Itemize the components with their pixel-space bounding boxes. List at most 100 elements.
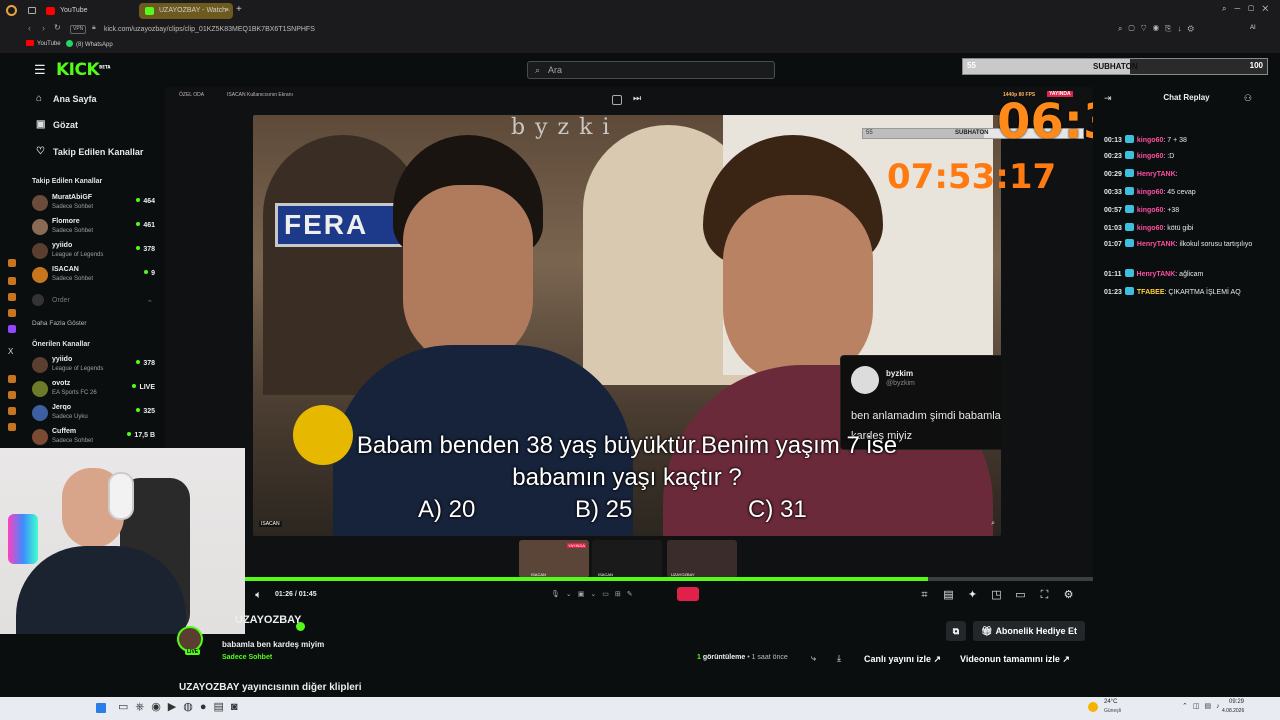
search-input[interactable]: ⌕ Ara (527, 61, 775, 79)
nav-following[interactable]: ♡ Takip Edilen Kanallar (0, 140, 165, 164)
whatsapp-icon (66, 40, 73, 47)
chat-username[interactable]: kingo60 (1137, 225, 1163, 232)
watch-full-video-button[interactable]: Videonun tamamını izle ↗ (952, 649, 1078, 669)
clip-icon[interactable]: ▤ (943, 590, 954, 601)
record-button[interactable] (677, 587, 699, 601)
download-icon[interactable]: ⤓ (837, 653, 841, 664)
history-icon[interactable] (8, 259, 16, 267)
crop-icon[interactable]: ⌗ (919, 590, 930, 601)
taskbar-apps[interactable]: ▭⎈◉▶◍●▤◙ (118, 700, 245, 714)
instagram-icon[interactable] (8, 309, 16, 317)
chat-username[interactable]: HenryTANK (1137, 271, 1176, 278)
recommended-channel[interactable]: yyiido League of Legends 378 (30, 354, 160, 378)
chat-message: 00:33 kingo60: 45 cevap (1104, 187, 1276, 199)
channel-name: Cuffem (52, 428, 77, 435)
sidebar-toggle-icon[interactable] (28, 7, 36, 14)
zoom-icon[interactable]: ⌕ (991, 520, 995, 528)
tab-youtube[interactable]: YouTube (40, 3, 136, 19)
popout-icon[interactable] (612, 95, 622, 105)
offline-channel[interactable]: Order ⌁ (30, 290, 160, 314)
gift-subscription-button[interactable]: 🎁︎ Abonelik Hediye Et (973, 621, 1085, 641)
screen: YouTube UZAYOZBAY - Watch · × + ⌕─▢✕ ‹ ›… (0, 0, 1280, 720)
question-subtitle: Babam benden 38 yaş büyüktür.Benim yaşım… (253, 430, 1001, 526)
followed-channel[interactable]: MuratAbiGF Sadece Sohbet 464 (30, 192, 160, 216)
new-tab-button[interactable]: + (236, 4, 242, 15)
nav-home[interactable]: ⌂ Ana Sayfa (0, 87, 165, 111)
participant-thumb[interactable]: ISACAN (592, 540, 662, 578)
theater-icon[interactable]: ▭ (1015, 590, 1026, 601)
wallet-icon[interactable] (8, 293, 16, 301)
chat-username[interactable]: HenryTANK (1137, 241, 1176, 248)
kick-logo[interactable]: KICKBETA (56, 60, 110, 80)
vpn-badge[interactable]: VPN (70, 25, 87, 34)
settings-icon[interactable] (8, 375, 16, 383)
subathon-goal-bar: 55 SUBHATON 100 (962, 58, 1268, 75)
skip-icon[interactable]: ⏭ (633, 93, 641, 104)
show-more-link[interactable]: Daha Fazla Göster (32, 320, 87, 327)
bookmark-youtube[interactable]: YouTube (26, 40, 61, 47)
back-icon[interactable]: ‹ (28, 23, 31, 33)
player-controls: 🔈︎ 01:26 / 01:45 🎙︎⌄▣⌄▭⊞✎ ⌗ ▤ ✦ ◳ ▭ ⛶ ⚙ (245, 581, 1093, 609)
overlay-current: 55 (866, 130, 873, 136)
recommended-channel[interactable]: Jerqo Sadece Uyku 325 (30, 402, 160, 426)
window-controls: ⌕─▢✕ (1222, 4, 1277, 13)
bookmark-whatsapp[interactable]: (8) WhatsApp (66, 40, 113, 48)
ai-button[interactable]: AI (1250, 25, 1256, 31)
extensions-icon[interactable] (8, 407, 16, 415)
twitch-icon[interactable] (8, 325, 16, 333)
subtitle-line: babamın yaşı kaçtır ? (512, 464, 742, 491)
extensions-icons[interactable]: ⌕▢♡◉⎘↓⚙ (1118, 24, 1200, 34)
clip-menu-button[interactable]: ⧉ (946, 621, 966, 641)
pip-icon[interactable]: ◳ (991, 590, 1002, 601)
volume-icon[interactable]: 🔈︎ (253, 590, 264, 601)
channel-category[interactable]: Sadece Sohbet (222, 654, 272, 661)
share-icon[interactable]: ⤷ (811, 653, 816, 664)
arch-left (263, 135, 423, 395)
avatar (32, 357, 48, 373)
participant-thumb[interactable]: ISACAN YAYINDA (519, 540, 589, 578)
settings-icon[interactable]: ⚙ (1063, 590, 1074, 601)
start-icon[interactable] (96, 703, 106, 713)
chat-username[interactable]: kingo60 (1137, 153, 1163, 160)
home-icon: ⌂ (36, 93, 43, 104)
view-label: görüntüleme (702, 654, 746, 661)
chat-username[interactable]: HenryTANK (1137, 171, 1176, 178)
browser-menu-icon[interactable] (6, 5, 17, 16)
avatar (32, 381, 48, 397)
recommended-channel[interactable]: ovotz EA Sports FC 26 LIVE (30, 378, 160, 402)
total-time: 01:45 (298, 591, 317, 598)
chat-username[interactable]: kingo60 (1137, 207, 1163, 214)
chat-username[interactable]: kingo60 (1137, 137, 1163, 144)
followed-channel[interactable]: ISACAN Sadece Sohbet 9 (30, 264, 160, 288)
channel-category: Sadece Sohbet (52, 276, 94, 282)
sparkle-icon[interactable]: ✦ (967, 590, 978, 601)
watch-live-button[interactable]: Canlı yayını izle ↗ (856, 649, 949, 669)
recommended-channel[interactable]: Cuffem Sadece Sohbet 17,5 B (30, 426, 160, 450)
users-icon[interactable]: ⚇ (1244, 93, 1252, 104)
channel-name[interactable]: UZAYOZBAY (235, 614, 301, 626)
chat-username[interactable]: kingo60 (1137, 189, 1163, 196)
chat-username[interactable]: TFABEE (1137, 289, 1165, 296)
bookmark-icon[interactable] (8, 277, 16, 285)
tab-kick[interactable]: UZAYOZBAY - Watch · × (139, 3, 233, 19)
followed-channel[interactable]: Flomore Sadece Sohbet 461 (30, 216, 160, 240)
gear-icon[interactable] (8, 423, 16, 431)
fullscreen-icon[interactable]: ⛶ (1039, 590, 1050, 601)
followed-channel[interactable]: yyiido League of Legends 378 (30, 240, 160, 264)
reload-icon[interactable]: ↻ (54, 23, 61, 32)
viewer-count: 17,5 B (127, 432, 155, 439)
subscriber-badge-icon (1124, 223, 1134, 231)
hamburger-menu-icon[interactable]: ☰ (34, 63, 46, 76)
nav-browse[interactable]: ▣ Gözat (0, 113, 165, 137)
forward-icon[interactable]: › (42, 23, 45, 33)
x-icon[interactable]: X (8, 347, 13, 356)
close-icon[interactable]: × (225, 3, 229, 19)
avatar (32, 405, 48, 421)
participant-thumb[interactable]: UZAYOZBAY (667, 540, 737, 578)
message-time: 00:23 (1104, 153, 1122, 160)
url-field[interactable]: kick.com/uzayozbay/clips/clip_01KZ5K83ME… (104, 24, 315, 35)
news-icon[interactable] (8, 391, 16, 399)
tray-icons[interactable]: ⌃◫▤♪ (1182, 702, 1225, 710)
nav-label: Takip Edilen Kanallar (53, 147, 144, 157)
screen-label: ISACAN Kullanıcısının Ekranı (227, 92, 293, 98)
